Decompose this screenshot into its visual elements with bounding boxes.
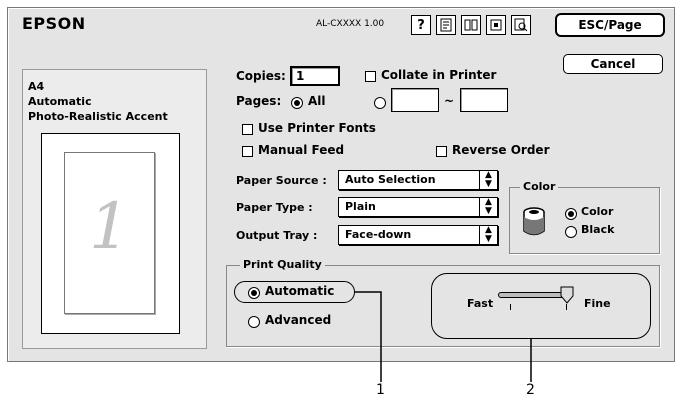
callout-number-1: 1 <box>376 382 385 398</box>
callout-number-2: 2 <box>526 382 535 398</box>
